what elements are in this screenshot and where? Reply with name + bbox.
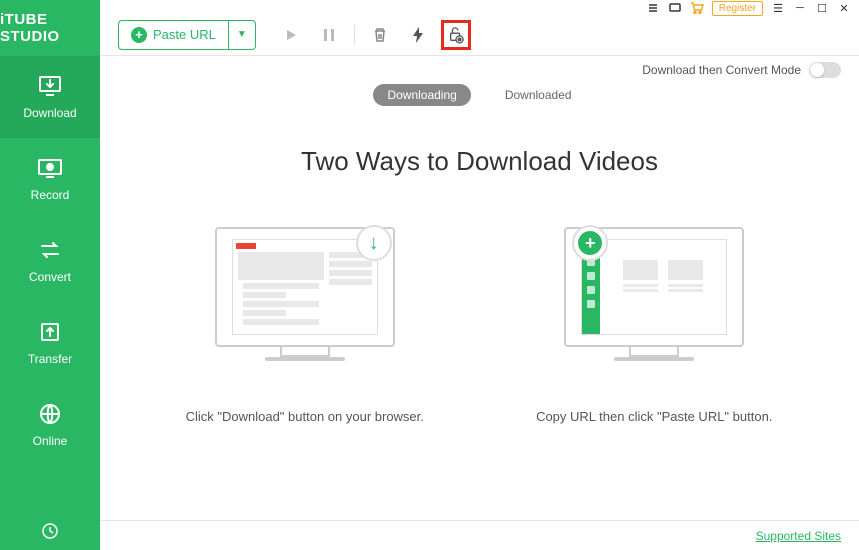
convert-mode-toggle[interactable] xyxy=(809,62,841,78)
sidebar-item-label: Record xyxy=(31,188,70,202)
sidebar-item-label: Online xyxy=(33,434,68,448)
convert-icon xyxy=(36,238,64,262)
close-icon[interactable]: ✕ xyxy=(837,1,851,15)
download-badge-icon: ↓ xyxy=(356,225,392,261)
paste-url-label: Paste URL xyxy=(153,27,216,42)
sidebar-item-download[interactable]: Download xyxy=(0,56,100,138)
message-icon[interactable] xyxy=(668,1,682,15)
menu-icon[interactable]: ☰ xyxy=(771,1,785,15)
way-paste-caption: Copy URL then click "Paste URL" button. xyxy=(514,407,794,427)
transfer-icon xyxy=(36,320,64,344)
online-icon xyxy=(36,402,64,426)
app-logo: iTUBE STUDIO xyxy=(0,0,100,56)
private-mode-button[interactable] xyxy=(441,20,471,50)
way-browser: ↓ Click "Download" button on your browse… xyxy=(165,227,445,427)
minimize-icon[interactable]: ─ xyxy=(793,1,807,15)
download-icon xyxy=(36,74,64,98)
delete-button[interactable] xyxy=(365,20,395,50)
paste-url-button[interactable]: + Paste URL ▼ xyxy=(118,20,256,50)
play-button[interactable] xyxy=(276,20,306,50)
sidebar-item-label: Download xyxy=(23,106,76,120)
paste-url-dropdown[interactable]: ▼ xyxy=(228,21,255,49)
sidebar-item-transfer[interactable]: Transfer xyxy=(0,302,100,384)
supported-sites-link[interactable]: Supported Sites xyxy=(756,529,841,543)
sidebar-item-record[interactable]: Record xyxy=(0,138,100,220)
sidebar-item-convert[interactable]: Convert xyxy=(0,220,100,302)
turbo-button[interactable] xyxy=(403,20,433,50)
list-icon[interactable] xyxy=(646,1,660,15)
record-icon xyxy=(36,156,64,180)
sidebar-clock-icon[interactable] xyxy=(0,522,100,540)
tab-downloading[interactable]: Downloading xyxy=(373,84,470,106)
sidebar-item-label: Convert xyxy=(29,270,71,284)
mode-label: Download then Convert Mode xyxy=(642,63,801,77)
maximize-icon[interactable]: ☐ xyxy=(815,1,829,15)
separator xyxy=(354,25,355,45)
sidebar-item-label: Transfer xyxy=(28,352,72,366)
sidebar-item-online[interactable]: Online xyxy=(0,384,100,466)
tab-downloaded[interactable]: Downloaded xyxy=(491,84,586,106)
plus-badge-icon: + xyxy=(572,225,608,261)
cart-icon[interactable] xyxy=(690,1,704,15)
page-headline: Two Ways to Download Videos xyxy=(130,146,829,177)
way-paste-url: + Copy URL then click "Paste URL" button… xyxy=(514,227,794,427)
pause-button[interactable] xyxy=(314,20,344,50)
plus-icon: + xyxy=(131,27,147,43)
way-browser-caption: Click "Download" button on your browser. xyxy=(165,407,445,427)
